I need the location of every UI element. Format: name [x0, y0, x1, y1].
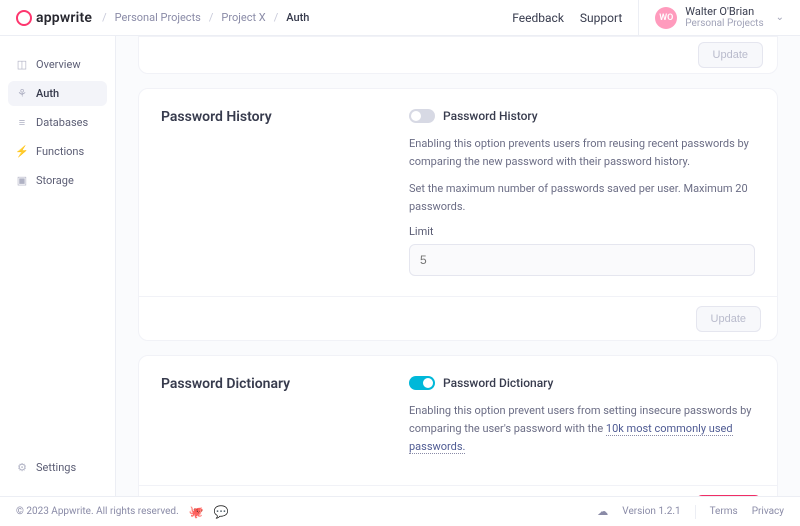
- chevron-down-icon: ⌄: [776, 12, 784, 23]
- discord-icon[interactable]: 💬: [214, 505, 229, 519]
- crumb-separator: /: [102, 11, 107, 24]
- card-footer: Update: [139, 485, 777, 496]
- page-footer: © 2023 Appwrite. All rights reserved. 🐙 …: [0, 496, 800, 526]
- breadcrumb-org[interactable]: Personal Projects: [115, 11, 201, 24]
- cloud-icon: ☁: [597, 505, 608, 518]
- footer-left: © 2023 Appwrite. All rights reserved. 🐙 …: [16, 505, 229, 519]
- feedback-link[interactable]: Feedback: [512, 11, 564, 25]
- sidebar-footer: ⚙ Settings: [8, 455, 107, 480]
- sidebar-item-label: Settings: [36, 461, 76, 474]
- folder-icon: ▣: [16, 175, 28, 187]
- breadcrumb-page[interactable]: Auth: [286, 11, 309, 24]
- sidebar-item-auth[interactable]: ⚘ Auth: [8, 81, 107, 106]
- account-menu[interactable]: WO Walter O'Brian Personal Projects ⌄: [638, 0, 784, 36]
- sidebar-item-label: Auth: [36, 87, 59, 100]
- account-name: Walter O'Brian: [685, 6, 763, 18]
- sidebar-item-settings[interactable]: ⚙ Settings: [8, 455, 107, 480]
- limit-label: Limit: [409, 225, 755, 238]
- toggle-knob: [423, 378, 433, 388]
- card-title: Password Dictionary: [161, 376, 391, 465]
- card-body: Password Dictionary Password Dictionary …: [139, 356, 777, 485]
- password-dictionary-toggle[interactable]: [409, 376, 435, 390]
- topbar-left: appwrite / Personal Projects / Project X…: [16, 10, 309, 26]
- crumb-separator: /: [274, 11, 279, 24]
- frame: ◫ Overview ⚘ Auth ≡ Databases ⚡ Function…: [0, 36, 800, 496]
- hint: Set the maximum number of passwords save…: [409, 180, 755, 215]
- breadcrumb-project[interactable]: Project X: [221, 11, 265, 24]
- toggle-knob: [411, 111, 421, 121]
- brand-name: appwrite: [36, 10, 92, 26]
- terms-link[interactable]: Terms: [710, 506, 738, 517]
- logo-icon: [16, 10, 32, 26]
- sidebar-item-label: Storage: [36, 174, 74, 187]
- sidebar-item-overview[interactable]: ◫ Overview: [8, 52, 107, 77]
- topbar: appwrite / Personal Projects / Project X…: [0, 0, 800, 36]
- database-icon: ≡: [16, 117, 28, 129]
- github-icon[interactable]: 🐙: [189, 505, 204, 519]
- lightning-icon: ⚡: [16, 146, 28, 158]
- update-button-disabled: Update: [698, 42, 763, 68]
- limit-input[interactable]: [409, 244, 755, 276]
- chart-bar-icon: ◫: [16, 59, 28, 71]
- sidebar-item-functions[interactable]: ⚡ Functions: [8, 139, 107, 164]
- sidebar-item-storage[interactable]: ▣ Storage: [8, 168, 107, 193]
- card-footer: Update: [139, 296, 777, 340]
- breadcrumb: / Personal Projects / Project X / Auth: [102, 11, 309, 24]
- privacy-link[interactable]: Privacy: [752, 506, 784, 517]
- sidebar-item-databases[interactable]: ≡ Databases: [8, 110, 107, 135]
- card-content: Password History Enabling this option pr…: [409, 109, 755, 276]
- card-content: Password Dictionary Enabling this option…: [409, 376, 755, 465]
- card-title: Password History: [161, 109, 391, 276]
- sidebar-item-label: Overview: [36, 58, 81, 71]
- sidebar-item-label: Databases: [36, 116, 88, 129]
- update-button-disabled: Update: [696, 306, 761, 332]
- avatar: WO: [655, 7, 677, 29]
- footer-right: ☁ Version 1.2.1 Terms Privacy: [597, 505, 784, 519]
- description: Enabling this option prevent users from …: [409, 402, 755, 455]
- sidebar-item-label: Functions: [36, 145, 84, 158]
- password-history-toggle[interactable]: [409, 109, 435, 123]
- gear-icon: ⚙: [16, 462, 28, 474]
- card-password-dictionary: Password Dictionary Password Dictionary …: [138, 355, 778, 496]
- toggle-label: Password History: [443, 109, 538, 123]
- topbar-right: Feedback Support WO Walter O'Brian Perso…: [512, 0, 784, 36]
- toggle-row: Password Dictionary: [409, 376, 755, 390]
- account-org: Personal Projects: [685, 18, 763, 29]
- toggle-label: Password Dictionary: [443, 376, 553, 390]
- divider: [695, 505, 696, 519]
- brand-logo[interactable]: appwrite: [16, 10, 92, 26]
- main: Update Password History Password History…: [116, 36, 800, 496]
- description: Enabling this option prevents users from…: [409, 135, 755, 170]
- crumb-separator: /: [209, 11, 214, 24]
- copyright: © 2023 Appwrite. All rights reserved.: [16, 506, 179, 517]
- support-link[interactable]: Support: [580, 11, 622, 25]
- card-body: Password History Password History Enabli…: [139, 89, 777, 296]
- card-password-history: Password History Password History Enabli…: [138, 88, 778, 341]
- sidebar: ◫ Overview ⚘ Auth ≡ Databases ⚡ Function…: [0, 36, 116, 496]
- users-icon: ⚘: [16, 88, 28, 100]
- card-previous-footer: Update: [138, 36, 778, 74]
- toggle-row: Password History: [409, 109, 755, 123]
- version-label: Version 1.2.1: [622, 506, 680, 517]
